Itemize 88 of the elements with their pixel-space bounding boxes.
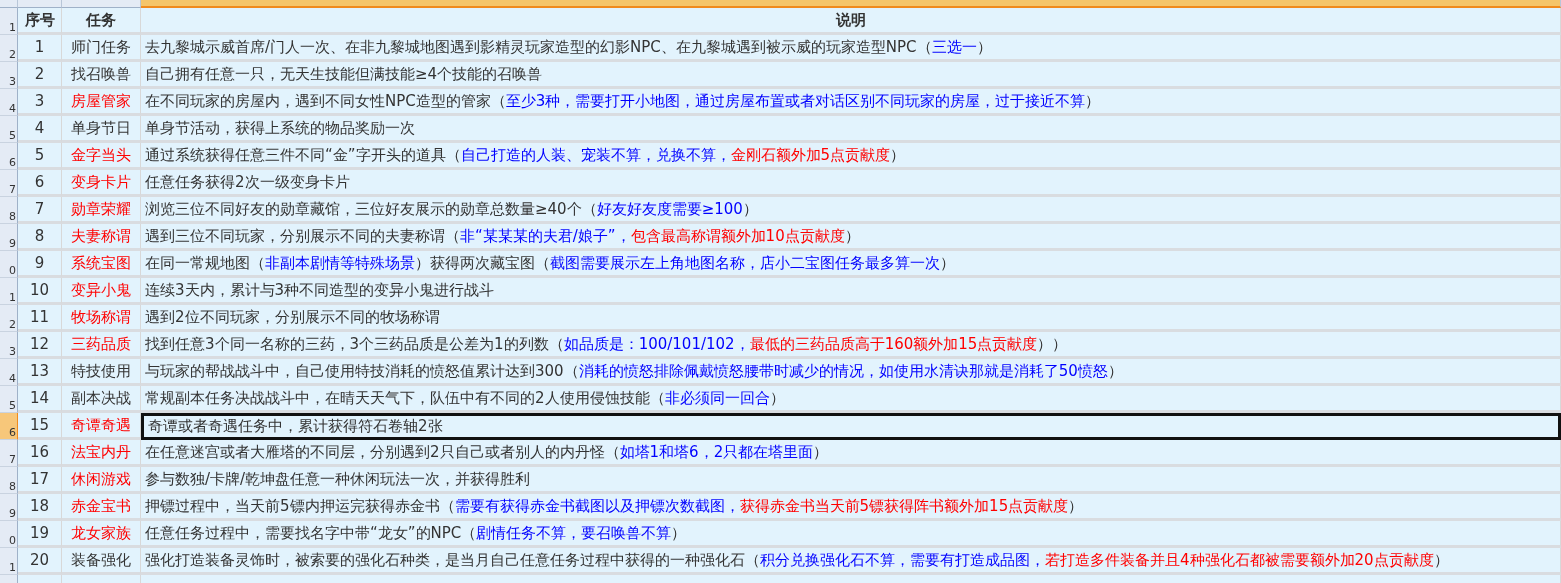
task-name-cell: 副本决战: [62, 386, 141, 413]
table-cell: 1: [18, 35, 62, 62]
table-cell: 8: [18, 224, 62, 251]
row-header[interactable]: 4: [0, 89, 18, 116]
task-name-cell: 赤金宝书: [62, 494, 141, 521]
description-cell: 在任意迷宫或者大雁塔的不同层，分别遇到2只自己或者别人的内丹怪（如塔1和塔6，2只都在塔里面）: [141, 440, 1561, 467]
description-cell: 在不同玩家的房屋内，遇到不同女性NPC造型的管家（至少3种，需要打开小地图，通过房屋布置或者对话区别不同玩家的房屋，过于接近不算）: [141, 89, 1561, 116]
column-header[interactable]: [18, 0, 62, 8]
row-header[interactable]: 0: [0, 521, 18, 548]
description-cell: 奇谭或者奇遇任务中，累计获得符石卷轴2张: [141, 413, 1561, 440]
row-header[interactable]: 1: [0, 548, 18, 575]
task-name-cell: 奇谭奇遇: [62, 413, 141, 440]
table-cell: 20: [18, 548, 62, 575]
description-cell: 在同一常规地图（非副本剧情等特殊场景）获得两次藏宝图（截图需要展示左上角地图名称，店小二宝图任务最多算一次）: [141, 251, 1561, 278]
task-name-cell: 变异小鬼: [62, 278, 141, 305]
description-cell: 与玩家的帮战战斗中，自己使用特技消耗的愤怒值累计达到300（消耗的愤怒排除佩戴愤怒腰带时减少的情况，如使用水清诀那就是消耗了50愤怒）: [141, 359, 1561, 386]
description-cell: 自己拥有任意一只，无天生技能但满技能≥4个技能的召唤兽: [141, 62, 1561, 89]
column-header[interactable]: [141, 0, 1561, 8]
description-cell: 强化打造装备灵饰时，被索要的强化石种类，是当月自己任意任务过程中获得的一种强化石（积分兑换强化石不算，需要有打造成品图，若打造多件装备并且4种强化石都被需要额外加20点贡献度）: [141, 548, 1561, 575]
row-header[interactable]: 6: [0, 143, 18, 170]
row-header[interactable]: 8: [0, 197, 18, 224]
task-name-cell: 变身卡片: [62, 170, 141, 197]
description-cell: 遇到2位不同玩家，分别展示不同的牧场称谓: [141, 305, 1561, 332]
table-cell: 2: [18, 62, 62, 89]
task-name-cell: 勋章荣耀: [62, 197, 141, 224]
row-header[interactable]: 0: [0, 251, 18, 278]
table-cell: 7: [18, 197, 62, 224]
description-cell: 任意任务获得2次一级变身卡片: [141, 170, 1561, 197]
task-name-cell: 牧场称谓: [62, 305, 141, 332]
table-cell: 18: [18, 494, 62, 521]
row-header[interactable]: 7: [0, 170, 18, 197]
row-header[interactable]: 7: [0, 440, 18, 467]
table-cell: 14: [18, 386, 62, 413]
task-name-cell: 法宝内丹: [62, 440, 141, 467]
task-name-cell: 师门任务: [62, 35, 141, 62]
description-cell: 遇到三位不同玩家，分别展示不同的夫妻称谓（非“某某某的夫君/娘子”，包含最高称谓额外加10点贡献度）: [141, 224, 1561, 251]
row-header[interactable]: 8: [0, 467, 18, 494]
row-header[interactable]: 6: [0, 413, 18, 440]
description-cell: 找到任意3个同一名称的三药，3个三药品质是公差为1的列数（如品质是：100/101/102，最低的三药品质高于160额外加15点贡献度））: [141, 332, 1561, 359]
task-name-cell: 金字当头: [62, 143, 141, 170]
row-header[interactable]: 3: [0, 62, 18, 89]
table-cell: 4: [18, 116, 62, 143]
row-header[interactable]: 1: [0, 278, 18, 305]
row-header[interactable]: 9: [0, 224, 18, 251]
row-header[interactable]: 3: [0, 332, 18, 359]
table-cell: 6: [18, 170, 62, 197]
description-cell: 浏览三位不同好友的勋章藏馆，三位好友展示的勋章总数量≥40个（好友好友度需要≥100）: [141, 197, 1561, 224]
task-name-cell: 龙女家族: [62, 521, 141, 548]
task-name-cell: 特技使用: [62, 359, 141, 386]
row-header[interactable]: 2: [0, 305, 18, 332]
table-cell: 5: [18, 143, 62, 170]
table-cell: 11: [18, 305, 62, 332]
column-header[interactable]: [62, 0, 141, 8]
description-cell: 参与数独/卡牌/乾坤盘任意一种休闲玩法一次，并获得胜利: [141, 467, 1561, 494]
row-header[interactable]: 9: [0, 494, 18, 521]
description-cell: 连续3天内，累计与3种不同造型的变异小鬼进行战斗: [141, 278, 1561, 305]
row-header[interactable]: 5: [0, 116, 18, 143]
column-header[interactable]: [0, 0, 18, 8]
description-cell: 任意任务过程中，需要找名字中带“龙女”的NPC（剧情任务不算，要召唤兽不算）: [141, 521, 1561, 548]
description-cell: 常规副本任务决战战斗中，在晴天天气下，队伍中有不同的2人使用侵蚀技能（非必须同一回合）: [141, 386, 1561, 413]
description-cell: 通过系统获得任意三件不同“金”字开头的道具（自己打造的人装、宠装不算，兑换不算，金刚石额外加5点贡献度）: [141, 143, 1561, 170]
row-header[interactable]: 2: [0, 35, 18, 62]
table-cell: 9: [18, 251, 62, 278]
task-name-cell: 单身节日: [62, 116, 141, 143]
row-header[interactable]: 5: [0, 386, 18, 413]
task-name-cell: 系统宝图: [62, 251, 141, 278]
column-title: 任务: [62, 8, 141, 35]
row-header[interactable]: 4: [0, 359, 18, 386]
table-cell: 16: [18, 440, 62, 467]
row-header[interactable]: 1: [0, 8, 18, 35]
description-cell: 押镖过程中，当天前5镖内押运完获得赤金书（需要有获得赤金书截图以及押镖次数截图，获得赤金书当天前5镖获得阵书额外加15点贡献度）: [141, 494, 1561, 521]
task-name-cell: 房屋管家: [62, 89, 141, 116]
table-cell: 17: [18, 467, 62, 494]
table-cell: 3: [18, 89, 62, 116]
table-cell: 12: [18, 332, 62, 359]
table-cell: 10: [18, 278, 62, 305]
column-title: 序号: [18, 8, 62, 35]
task-name-cell: 三药品质: [62, 332, 141, 359]
task-name-cell: 休闲游戏: [62, 467, 141, 494]
task-name-cell: 夫妻称谓: [62, 224, 141, 251]
table-cell: 15: [18, 413, 62, 440]
column-title: 说明: [141, 8, 1561, 35]
table-cell: 19: [18, 521, 62, 548]
table-cell: 13: [18, 359, 62, 386]
description-cell: 去九黎城示威首席/门人一次、在非九黎城地图遇到影精灵玩家造型的幻影NPC、在九黎城遇到被示威的玩家造型NPC（三选一）: [141, 35, 1561, 62]
task-name-cell: 装备强化: [62, 548, 141, 575]
description-cell: 单身节活动，获得上系统的物品奖励一次: [141, 116, 1561, 143]
task-name-cell: 找召唤兽: [62, 62, 141, 89]
